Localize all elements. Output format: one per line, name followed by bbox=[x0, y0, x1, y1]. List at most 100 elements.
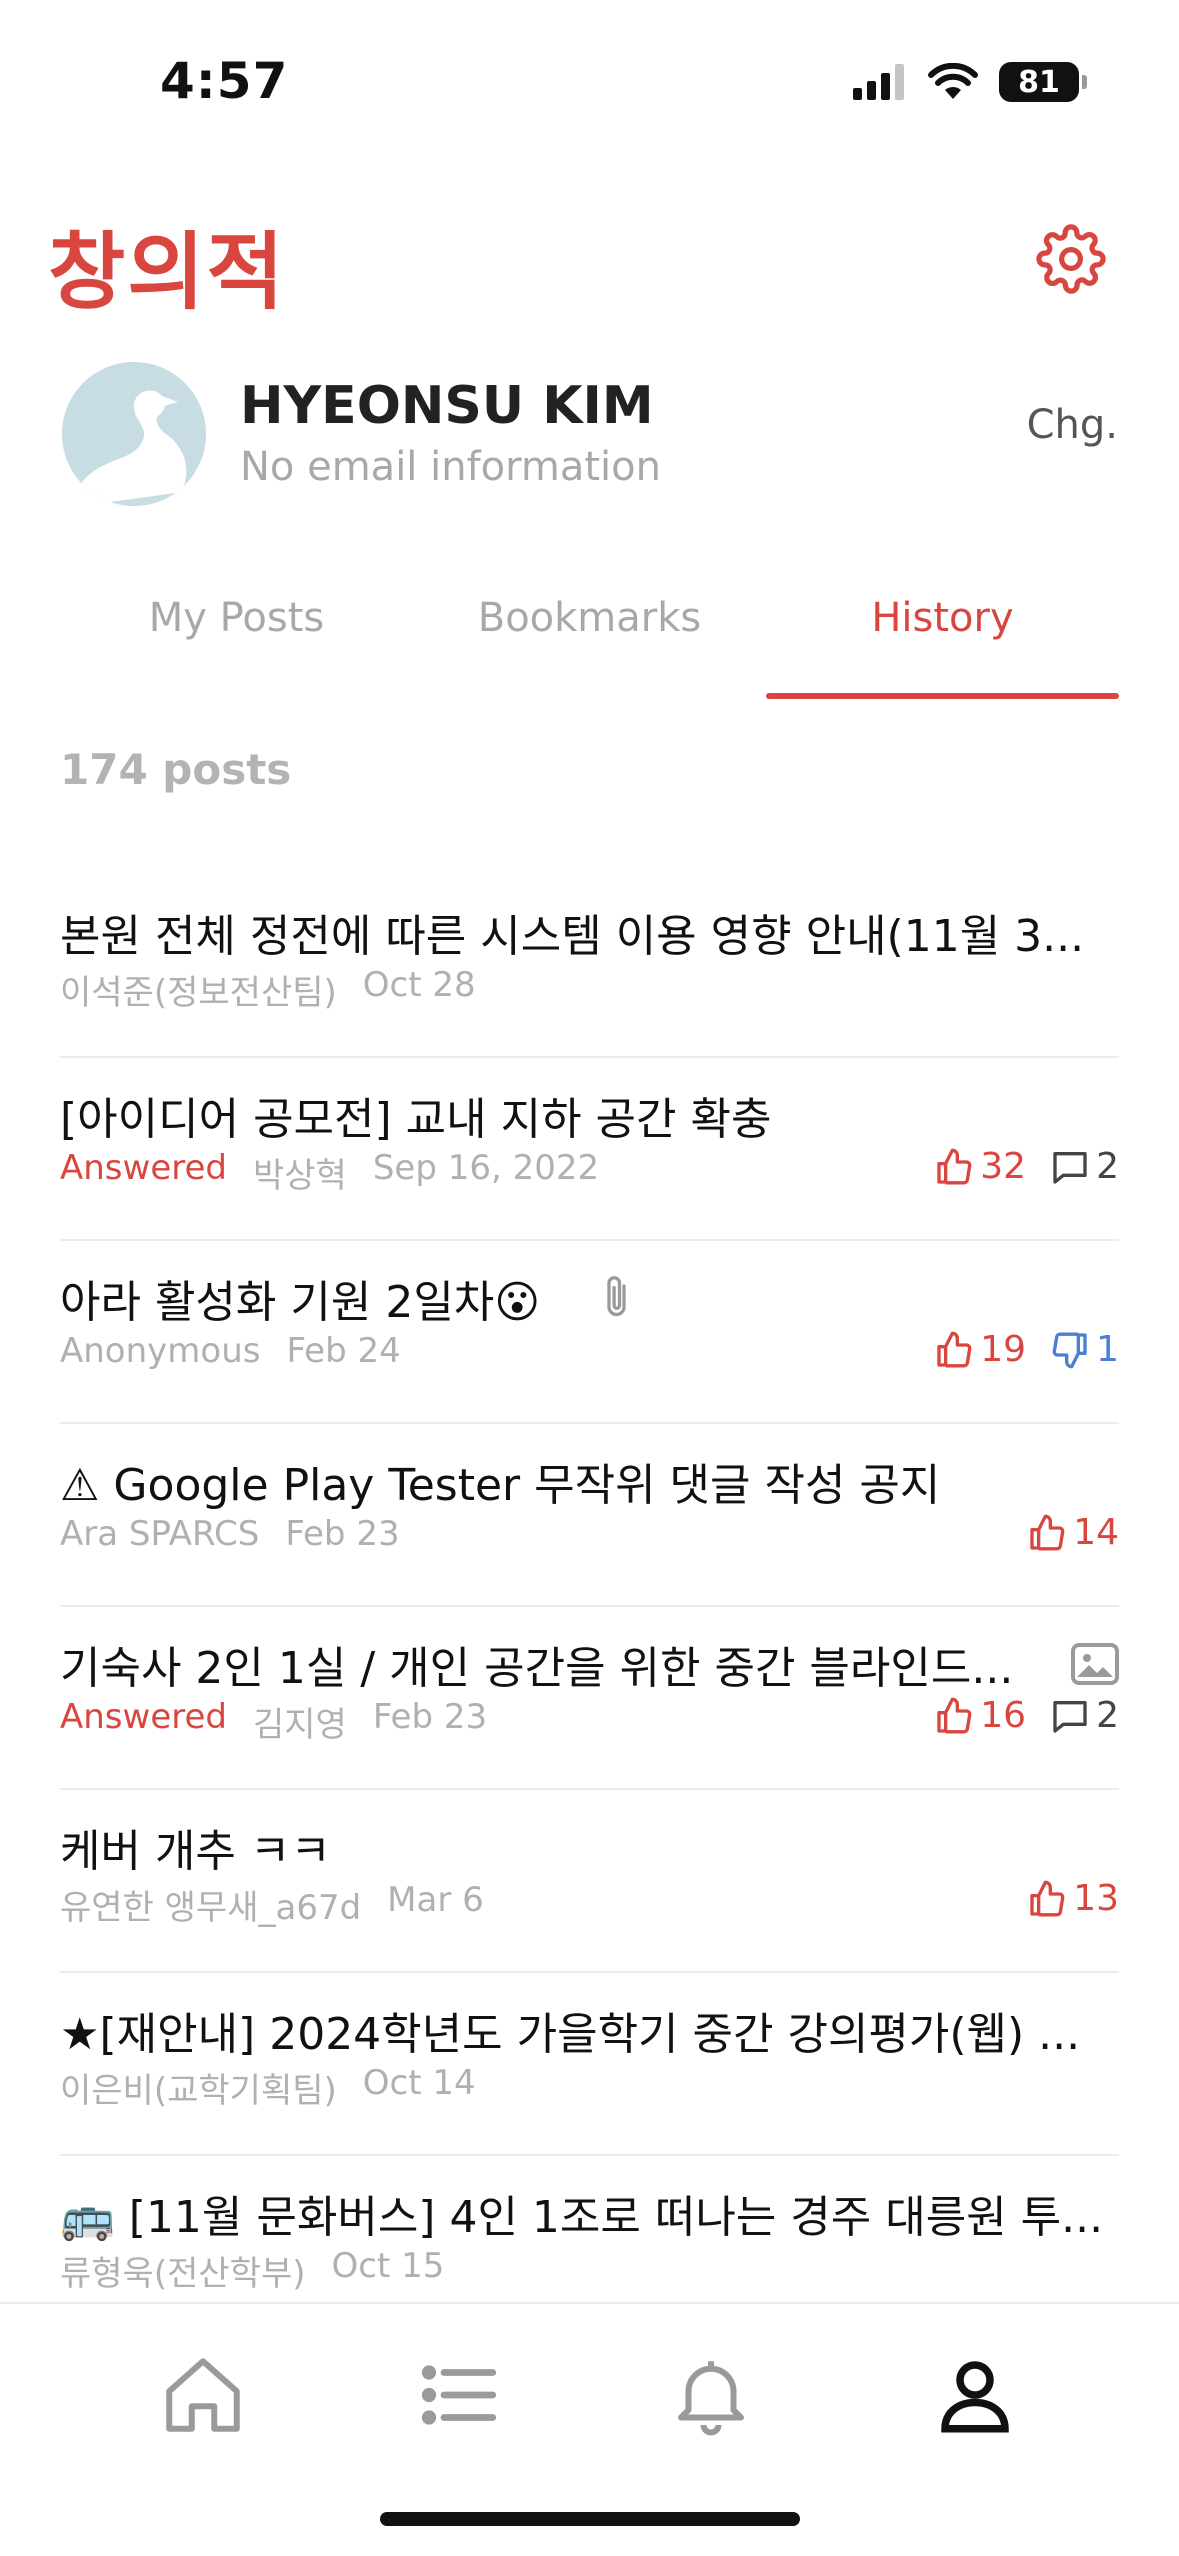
nav-notifications[interactable] bbox=[666, 2350, 756, 2440]
goose-avatar-icon bbox=[62, 362, 206, 506]
post-title: 케버 개추 ㅋㅋ bbox=[60, 1826, 331, 1877]
person-icon bbox=[941, 2361, 1009, 2433]
thumbs-up-icon bbox=[1030, 1514, 1065, 1550]
nav-home[interactable] bbox=[158, 2350, 248, 2440]
post-stats: 19 1 bbox=[934, 1329, 1119, 1370]
like-stat: 32 bbox=[934, 1146, 1026, 1187]
post-author: Ara SPARCS bbox=[60, 1514, 260, 1554]
post-meta: 이은비(교학기획팀) Oct 14 bbox=[60, 2063, 476, 2112]
thumbs-up-icon bbox=[1030, 1880, 1065, 1916]
home-icon bbox=[166, 2358, 240, 2432]
thumbs-down-icon bbox=[1052, 1332, 1087, 1368]
signal-icon bbox=[853, 64, 904, 100]
post-stats: 14 bbox=[1027, 1512, 1119, 1553]
image-icon bbox=[1071, 1643, 1119, 1685]
dislike-stat: 1 bbox=[1050, 1329, 1119, 1370]
tab-bookmarks[interactable]: Bookmarks bbox=[413, 595, 766, 641]
like-stat: 16 bbox=[934, 1695, 1026, 1736]
avatar bbox=[62, 362, 206, 506]
status-icons: 81 bbox=[853, 62, 1087, 102]
comment-icon bbox=[1053, 1151, 1087, 1184]
profile-tabs: My Posts Bookmarks History bbox=[0, 585, 1179, 700]
tab-my-posts[interactable]: My Posts bbox=[60, 595, 413, 641]
thumbs-up-icon bbox=[937, 1331, 972, 1367]
list-item[interactable]: 케버 개추 ㅋㅋ 유연한 앵무새_a67d Mar 6 13 bbox=[60, 1790, 1119, 1973]
post-stats: 16 2 bbox=[934, 1695, 1119, 1736]
status-time: 4:57 bbox=[160, 52, 289, 110]
list-item[interactable]: ★[재안내] 2024학년도 가을학기 중간 강의평가(웹) ... 이은비(교… bbox=[60, 1973, 1119, 2156]
answered-badge: Answered bbox=[60, 1148, 227, 1188]
settings-button[interactable] bbox=[1036, 224, 1106, 294]
post-title: [아이디어 공모전] 교내 지하 공간 확충 bbox=[60, 1094, 772, 1145]
bell-icon bbox=[678, 2361, 744, 2436]
comment-stat: 2 bbox=[1050, 1695, 1119, 1736]
battery-indicator: 81 bbox=[999, 62, 1087, 102]
like-stat: 19 bbox=[934, 1329, 1026, 1370]
post-title: 기숙사 2인 1실 / 개인 공간을 위한 중간 블라인드... bbox=[60, 1643, 1014, 1694]
post-title: 본원 전체 정전에 따른 시스템 이용 영향 안내(11월 3... bbox=[60, 911, 1080, 962]
comment-icon bbox=[1053, 1700, 1087, 1733]
thumbs-up-icon bbox=[937, 1148, 972, 1184]
wifi-icon bbox=[928, 63, 978, 99]
post-author: 류형욱(전산학부) bbox=[60, 2254, 306, 2294]
post-date: Oct 28 bbox=[362, 965, 476, 1005]
like-count: 19 bbox=[980, 1329, 1027, 1370]
post-title: ⚠ Google Play Tester 무작위 댓글 작성 공지 bbox=[60, 1460, 941, 1511]
change-profile-button[interactable]: Chg. bbox=[1027, 402, 1118, 448]
post-meta: 류형욱(전산학부) Oct 15 bbox=[60, 2246, 444, 2295]
post-title: ★[재안내] 2024학년도 가을학기 중간 강의평가(웹) ... bbox=[60, 2009, 1081, 2060]
home-indicator bbox=[380, 2512, 800, 2526]
list-item[interactable]: ⚠ Google Play Tester 무작위 댓글 작성 공지 Ara SP… bbox=[60, 1424, 1119, 1607]
post-meta: Ara SPARCS Feb 23 bbox=[60, 1514, 400, 1554]
active-tab-indicator bbox=[766, 693, 1119, 699]
post-title: 아라 활성화 기원 2일차😮 bbox=[60, 1277, 541, 1328]
like-stat: 13 bbox=[1027, 1878, 1119, 1919]
answered-badge: Answered bbox=[60, 1697, 227, 1737]
post-list: 본원 전체 정전에 따른 시스템 이용 영향 안내(11월 3... 이석준(정… bbox=[60, 875, 1119, 2339]
post-date: Feb 23 bbox=[285, 1514, 400, 1554]
status-bar: 4:57 81 bbox=[0, 0, 1179, 170]
like-count: 14 bbox=[1073, 1512, 1119, 1553]
user-email: No email information bbox=[240, 444, 661, 490]
post-stats: 32 2 bbox=[934, 1146, 1119, 1187]
post-meta: Answered 박상혁 Sep 16, 2022 bbox=[60, 1148, 599, 1197]
list-item[interactable]: 아라 활성화 기원 2일차😮 Anonymous Feb 24 19 1 bbox=[60, 1241, 1119, 1424]
post-stats: 13 bbox=[1027, 1878, 1119, 1919]
user-name: HYEONSU KIM bbox=[240, 376, 654, 436]
dislike-count: 1 bbox=[1096, 1329, 1119, 1370]
post-date: Feb 24 bbox=[286, 1331, 401, 1371]
comment-count: 2 bbox=[1096, 1695, 1119, 1736]
post-author: 이은비(교학기획팀) bbox=[60, 2071, 337, 2111]
post-meta: 유연한 앵무새_a67d Mar 6 bbox=[60, 1880, 484, 1929]
post-date: Sep 16, 2022 bbox=[372, 1148, 600, 1188]
nav-profile[interactable] bbox=[930, 2350, 1020, 2440]
list-item[interactable]: [아이디어 공모전] 교내 지하 공간 확충 Answered 박상혁 Sep … bbox=[60, 1058, 1119, 1241]
comment-stat: 2 bbox=[1050, 1146, 1119, 1187]
comment-count: 2 bbox=[1096, 1146, 1119, 1187]
post-count: 174 posts bbox=[60, 745, 292, 794]
like-count: 13 bbox=[1073, 1878, 1119, 1919]
post-title-row: 아라 활성화 기원 2일차😮 bbox=[60, 1266, 636, 1330]
gear-icon bbox=[1036, 224, 1106, 294]
list-item[interactable]: 기숙사 2인 1실 / 개인 공간을 위한 중간 블라인드... Answere… bbox=[60, 1607, 1119, 1790]
post-meta: Answered 김지영 Feb 23 bbox=[60, 1697, 487, 1746]
post-date: Oct 15 bbox=[331, 2246, 445, 2286]
post-meta: 이석준(정보전산팀) Oct 28 bbox=[60, 965, 476, 1014]
post-author: 유연한 앵무새_a67d bbox=[60, 1888, 362, 1928]
post-date: Feb 23 bbox=[372, 1697, 488, 1737]
list-item[interactable]: 본원 전체 정전에 따른 시스템 이용 영향 안내(11월 3... 이석준(정… bbox=[60, 875, 1119, 1058]
like-stat: 14 bbox=[1027, 1512, 1119, 1553]
profile-section: HYEONSU KIM No email information Chg. bbox=[62, 362, 1122, 512]
tab-history[interactable]: History bbox=[766, 595, 1119, 641]
post-date: Oct 14 bbox=[362, 2063, 476, 2103]
thumbs-up-icon bbox=[937, 1697, 972, 1733]
post-date: Mar 6 bbox=[387, 1880, 484, 1920]
like-count: 32 bbox=[980, 1146, 1027, 1187]
post-author: 김지영 bbox=[252, 1705, 347, 1745]
like-count: 16 bbox=[980, 1695, 1027, 1736]
post-author: 박상혁 bbox=[252, 1156, 347, 1196]
list-icon bbox=[421, 2365, 497, 2425]
nav-boards[interactable] bbox=[414, 2350, 504, 2440]
app-title: 창의적 bbox=[48, 223, 286, 321]
paperclip-icon bbox=[607, 1276, 626, 1317]
